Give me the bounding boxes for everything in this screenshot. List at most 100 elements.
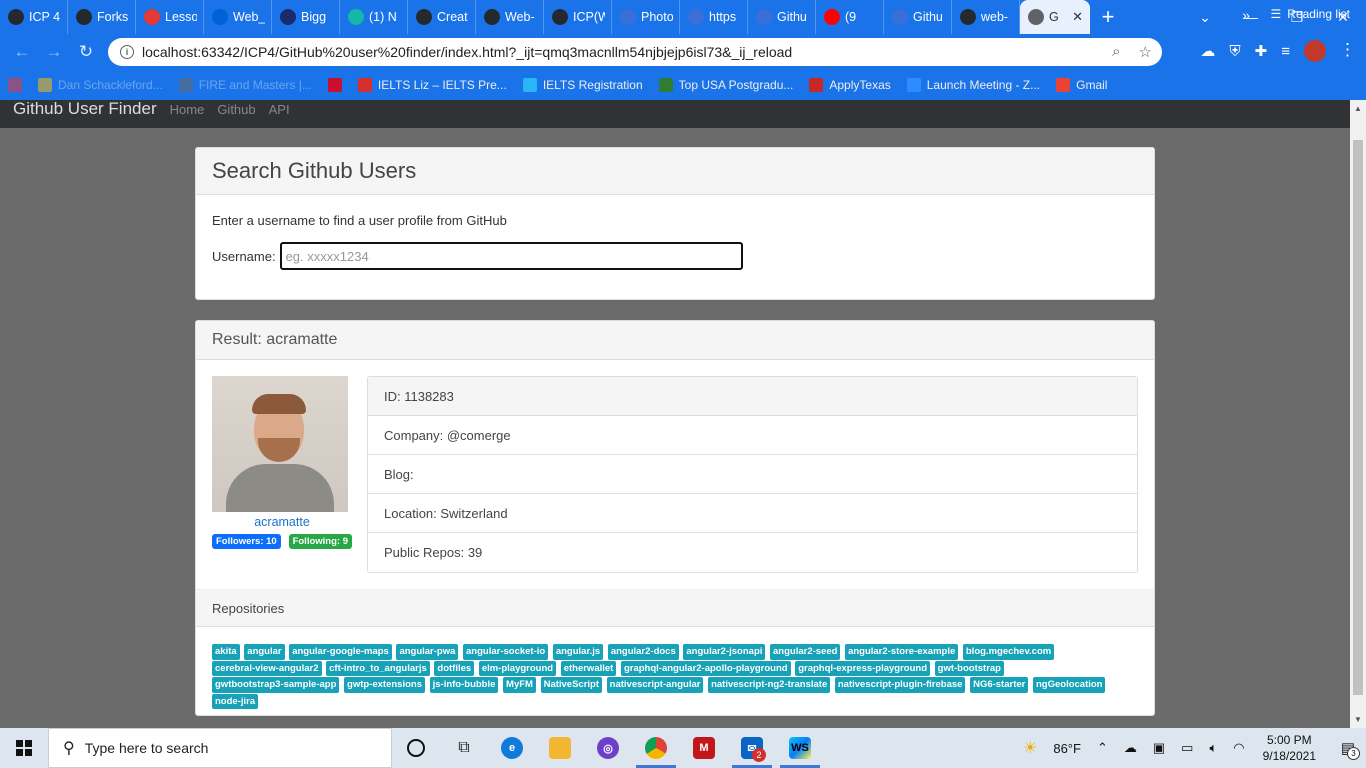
- browser-tab[interactable]: https: [680, 0, 748, 34]
- username-input[interactable]: [279, 242, 743, 270]
- profile-username-link[interactable]: acramatte: [212, 515, 352, 529]
- clock[interactable]: 5:00 PM 9/18/2021: [1263, 732, 1316, 764]
- browser-tab[interactable]: web-: [952, 0, 1020, 34]
- browser-tab[interactable]: Forks: [68, 0, 136, 34]
- nav-home-link[interactable]: Home: [170, 102, 205, 117]
- bookmark-item[interactable]: IELTS Registration: [522, 78, 643, 92]
- tray-expand-icon[interactable]: ⌃: [1097, 740, 1108, 756]
- extension-shield-icon[interactable]: ⛨: [1229, 43, 1240, 60]
- bookmark-item[interactable]: Launch Meeting - Z...: [906, 78, 1040, 92]
- bookmark-item[interactable]: Top USA Postgradu...: [658, 78, 793, 92]
- taskbar-search-box[interactable]: ⚲ Type here to search: [48, 728, 392, 768]
- bookmark-star-icon[interactable]: ☆: [1139, 43, 1152, 61]
- repo-badge[interactable]: angular: [244, 644, 285, 660]
- repo-badge[interactable]: cerebral-view-angular2: [212, 660, 322, 676]
- bookmark-item[interactable]: FIRE and Masters |...: [178, 78, 312, 92]
- repo-badge[interactable]: nativescript-angular: [606, 677, 704, 693]
- browser-tab[interactable]: Photo: [612, 0, 680, 34]
- wifi-icon[interactable]: ◠: [1233, 740, 1244, 756]
- mail-app-icon[interactable]: ✉ 2: [728, 728, 776, 768]
- github-desktop-icon[interactable]: ◎: [584, 728, 632, 768]
- nav-api-link[interactable]: API: [269, 102, 290, 117]
- page-scrollbar[interactable]: ▲ ▼: [1350, 100, 1366, 728]
- media-control-icon[interactable]: ≡: [1281, 43, 1290, 60]
- notification-center-icon[interactable]: ▤3: [1330, 728, 1366, 768]
- repo-badge[interactable]: gwt-bootstrap: [934, 660, 1004, 676]
- battery-icon[interactable]: ▭: [1181, 740, 1193, 756]
- task-view-icon[interactable]: ⧉: [440, 728, 488, 768]
- edge-icon[interactable]: e: [488, 728, 536, 768]
- extension-cloud-icon[interactable]: ☁: [1200, 42, 1215, 60]
- weather-icon[interactable]: ☀: [1023, 738, 1037, 758]
- scroll-down-icon[interactable]: ▼: [1354, 715, 1362, 724]
- repo-badge[interactable]: graphql-angular2-apollo-playground: [620, 660, 791, 676]
- browser-tab[interactable]: Web-: [476, 0, 544, 34]
- mcafee-icon[interactable]: M: [680, 728, 728, 768]
- reload-icon[interactable]: ↻: [70, 36, 102, 68]
- repo-badge[interactable]: angular-google-maps: [289, 644, 392, 660]
- extensions-puzzle-icon[interactable]: ✚: [1255, 42, 1268, 60]
- url-input[interactable]: i localhost:63342/ICP4/GitHub%20user%20f…: [108, 38, 1162, 66]
- site-info-icon[interactable]: i: [120, 45, 134, 59]
- forward-icon[interactable]: →: [38, 36, 70, 68]
- repo-badge[interactable]: NG6-starter: [970, 677, 1029, 693]
- repo-badge[interactable]: ngGeolocation: [1032, 677, 1106, 693]
- profile-avatar[interactable]: [1304, 40, 1326, 62]
- bookmark-item[interactable]: ApplyTexas: [809, 78, 891, 92]
- browser-menu-icon[interactable]: ⋮: [1339, 40, 1356, 60]
- bookmark-item[interactable]: IELTS Liz – IELTS Pre...: [357, 78, 507, 92]
- repo-badge[interactable]: angular2-docs: [607, 644, 679, 660]
- browser-tab[interactable]: Githu: [748, 0, 816, 34]
- repo-badge[interactable]: angular2-seed: [770, 644, 841, 660]
- repo-badge[interactable]: nativescript-ng2-translate: [708, 677, 831, 693]
- cortana-icon[interactable]: [392, 728, 440, 768]
- browser-tab[interactable]: Bigg: [272, 0, 340, 34]
- repo-badge[interactable]: elm-playground: [478, 660, 557, 676]
- repo-badge[interactable]: dotfiles: [434, 660, 475, 676]
- repo-badge[interactable]: blog.mgechev.com: [962, 644, 1055, 660]
- onedrive-icon[interactable]: ☁: [1124, 740, 1137, 756]
- repo-badge[interactable]: gwtp-extensions: [344, 677, 425, 693]
- repo-badge[interactable]: cft-intro_to_angularjs: [326, 660, 430, 676]
- repo-badge[interactable]: gwtbootstrap3-sample-app: [212, 677, 340, 693]
- bookmark-item[interactable]: Gmail: [1056, 78, 1107, 92]
- browser-tab[interactable]: (9: [816, 0, 884, 34]
- start-button[interactable]: [0, 728, 48, 768]
- bookmark-item[interactable]: [327, 78, 342, 92]
- repo-badge[interactable]: akita: [212, 644, 240, 660]
- close-tab-icon[interactable]: ✕: [1072, 9, 1083, 25]
- back-icon[interactable]: ←: [6, 36, 38, 68]
- repo-badge[interactable]: angular2-store-example: [845, 644, 959, 660]
- browser-tab[interactable]: ICP 4: [0, 0, 68, 34]
- chrome-icon[interactable]: [632, 728, 680, 768]
- minimize-button[interactable]: —: [1228, 0, 1274, 34]
- more-bookmarks-icon[interactable]: »: [1242, 7, 1250, 23]
- browser-tab[interactable]: Web_: [204, 0, 272, 34]
- repo-badge[interactable]: NativeScript: [540, 677, 603, 693]
- repo-badge[interactable]: MyFM: [503, 677, 536, 693]
- volume-icon[interactable]: 🔈︎: [1209, 740, 1217, 756]
- webstorm-icon[interactable]: WS: [776, 728, 824, 768]
- brand-link[interactable]: Github User Finder: [13, 100, 157, 119]
- repo-badge[interactable]: angular.js: [552, 644, 604, 660]
- browser-tab[interactable]: (1) N: [340, 0, 408, 34]
- repo-badge[interactable]: angular2-jsonapi: [683, 644, 766, 660]
- repo-badge[interactable]: node-jira: [212, 693, 259, 709]
- browser-tab[interactable]: Githu: [884, 0, 952, 34]
- weather-temp[interactable]: 86°F: [1053, 741, 1081, 756]
- browser-tab[interactable]: Creat: [408, 0, 476, 34]
- reading-list-button[interactable]: ☰ Reading list: [1271, 7, 1350, 21]
- repo-badge[interactable]: angular-pwa: [396, 644, 459, 660]
- nav-github-link[interactable]: Github: [217, 102, 255, 117]
- tab-search-icon[interactable]: ⌄: [1182, 0, 1228, 34]
- repo-badge[interactable]: js-info-bubble: [429, 677, 499, 693]
- browser-tab[interactable]: ICP(W: [544, 0, 612, 34]
- bookmark-item[interactable]: Dan Schackleford...: [38, 78, 163, 92]
- scroll-thumb[interactable]: [1353, 140, 1363, 695]
- browser-tab-active[interactable]: G ✕: [1020, 0, 1090, 34]
- meet-now-icon[interactable]: ▣: [1153, 740, 1165, 756]
- file-explorer-icon[interactable]: [536, 728, 584, 768]
- browser-tab[interactable]: Lesso: [136, 0, 204, 34]
- bookmark-item[interactable]: [8, 78, 22, 92]
- repo-badge[interactable]: angular-socket-io: [463, 644, 549, 660]
